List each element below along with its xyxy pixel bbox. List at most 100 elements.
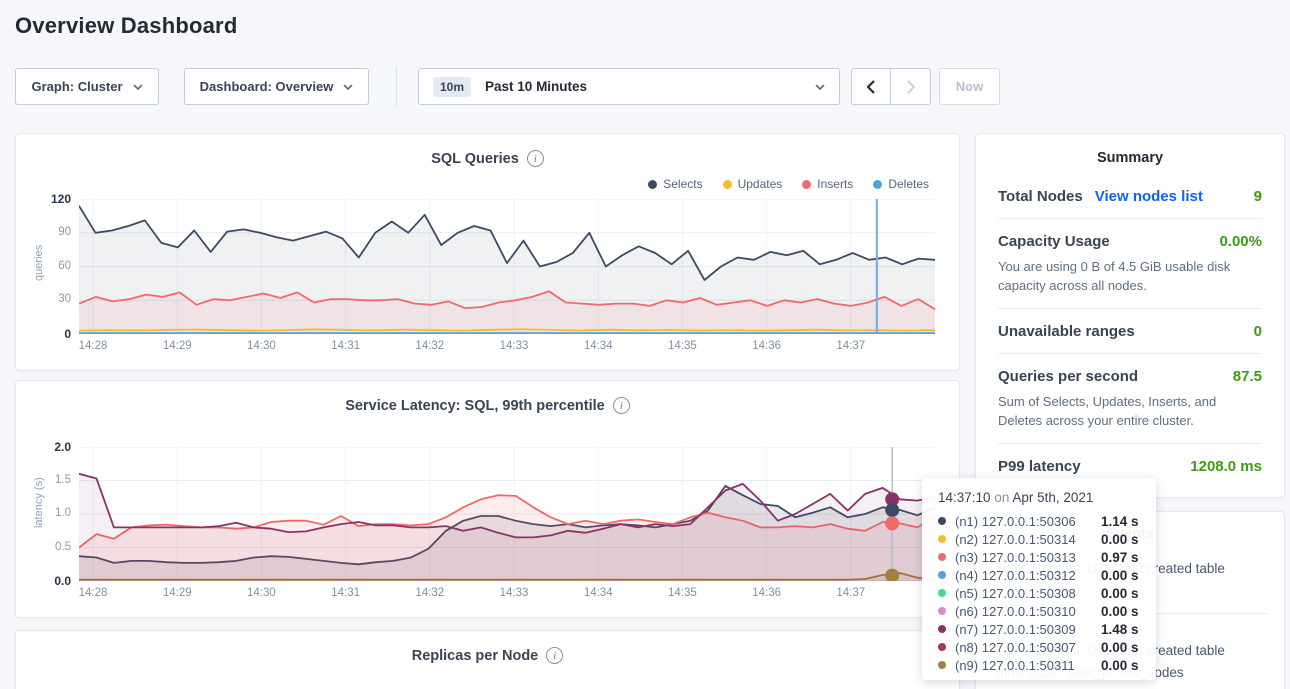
chevron-down-icon (815, 84, 825, 90)
tooltip-node-value: 0.00 s (1101, 604, 1139, 619)
tooltip-node-label: (n4) 127.0.0.1:50312 (955, 568, 1101, 583)
series-color-dot-icon (802, 180, 811, 189)
x-axis-tick: 14:31 (324, 340, 368, 352)
tooltip-node-value: 1.14 s (1101, 514, 1139, 529)
summary-row-value: 0 (1254, 323, 1262, 340)
tooltip-node-label: (n9) 127.0.0.1:50311 (955, 658, 1101, 673)
tooltip-node-row: (n5) 127.0.0.1:503080.00 s (938, 584, 1140, 602)
legend-item-updates[interactable]: Updates (723, 177, 783, 191)
x-axis-tick: 14:36 (745, 587, 789, 599)
legend-item-inserts[interactable]: Inserts (802, 177, 853, 191)
series-color-dot-icon (938, 643, 946, 651)
chart-plot-area[interactable] (79, 199, 935, 334)
y-axis-tick: 120 (31, 192, 71, 206)
x-axis-tick: 14:28 (71, 587, 115, 599)
series-color-dot-icon (938, 571, 946, 579)
y-axis-tick: 0.5 (31, 541, 71, 553)
time-prev-button[interactable] (851, 68, 891, 105)
summary-row-description: Sum of Selects, Updates, Inserts, and De… (998, 392, 1262, 430)
tooltip-node-value: 0.97 s (1101, 550, 1139, 565)
chart-plot-area[interactable] (79, 447, 935, 581)
sql-queries-chart-card[interactable]: SQL Queries i Selects Updates Inserts Deletes… (15, 133, 960, 371)
summary-title: Summary (976, 134, 1284, 166)
legend-item-deletes[interactable]: Deletes (873, 177, 929, 191)
tooltip-node-label: (n5) 127.0.0.1:50308 (955, 586, 1101, 601)
series-color-dot-icon (938, 625, 946, 633)
tooltip-rows: (n1) 127.0.0.1:503061.14 s(n2) 127.0.0.1… (938, 512, 1140, 674)
now-button[interactable]: Now (939, 68, 1000, 105)
summary-row-label: Capacity Usage (998, 233, 1110, 250)
x-axis-tick: 14:37 (829, 587, 873, 599)
chart-title: Service Latency: SQL, 99th percentile (345, 398, 605, 414)
tooltip-node-row: (n3) 127.0.0.1:503130.97 s (938, 548, 1140, 566)
series-color-dot-icon (723, 180, 732, 189)
info-icon[interactable]: i (527, 150, 544, 167)
x-axis-tick: 14:30 (239, 587, 283, 599)
chevron-right-icon (906, 80, 915, 94)
chart-legend: Selects Updates Inserts Deletes (648, 177, 929, 191)
info-icon[interactable]: i (546, 647, 563, 664)
info-icon[interactable]: i (613, 397, 630, 414)
series-color-dot-icon (938, 607, 946, 615)
summary-row-description: You are using 0 B of 4.5 GiB usable disk… (998, 257, 1262, 295)
series-color-dot-icon (873, 180, 882, 189)
x-axis-tick: 14:30 (239, 340, 283, 352)
summary-row-label: Unavailable ranges (998, 323, 1135, 340)
summary-row: Total Nodes View nodes list 9 (998, 174, 1262, 219)
summary-row-label: Queries per second (998, 368, 1138, 385)
x-axis-tick: 14:28 (71, 340, 115, 352)
chevron-down-icon (133, 84, 143, 90)
y-axis-tick: 2.0 (31, 440, 71, 454)
y-axis-tick: 30 (31, 293, 71, 305)
summary-row-value: 87.5 (1233, 368, 1262, 385)
series-color-dot-icon (938, 535, 946, 543)
time-range-picker[interactable]: 10m Past 10 Minutes (418, 68, 840, 105)
dashboard-dropdown-label: Dashboard: Overview (200, 79, 334, 94)
tooltip-node-label: (n7) 127.0.0.1:50309 (955, 622, 1101, 637)
x-axis-tick: 14:36 (745, 340, 789, 352)
time-next-button[interactable] (891, 68, 931, 105)
tooltip-node-row: (n7) 127.0.0.1:503091.48 s (938, 620, 1140, 638)
tooltip-node-row: (n8) 127.0.0.1:503070.00 s (938, 638, 1140, 656)
tooltip-node-value: 0.00 s (1101, 658, 1139, 673)
x-axis-tick: 14:33 (492, 340, 536, 352)
x-axis-tick: 14:35 (660, 587, 704, 599)
x-axis-tick: 14:31 (324, 587, 368, 599)
overview-dashboard-page: Overview Dashboard Graph: Cluster Dashbo… (0, 0, 1290, 689)
graph-dropdown[interactable]: Graph: Cluster (15, 68, 159, 105)
x-axis-tick: 14:32 (408, 587, 452, 599)
x-axis-tick: 14:29 (155, 340, 199, 352)
x-axis-tick: 14:32 (408, 340, 452, 352)
summary-row-label: Total Nodes (998, 188, 1083, 205)
x-axis-tick: 14:33 (492, 587, 536, 599)
replicas-per-node-chart-card[interactable]: Replicas per Nodei (15, 630, 960, 689)
chart-hover-tooltip: 14:37:10 on Apr 5th, 2021 (n1) 127.0.0.1… (922, 478, 1156, 680)
tooltip-node-row: (n2) 127.0.0.1:503140.00 s (938, 530, 1140, 548)
series-color-dot-icon (938, 661, 946, 669)
tooltip-node-label: (n2) 127.0.0.1:50314 (955, 532, 1101, 547)
chart-title: SQL Queries (431, 151, 519, 167)
tooltip-node-value: 0.00 s (1101, 640, 1139, 655)
x-axis-tick: 14:29 (155, 587, 199, 599)
x-axis-tick: 14:34 (576, 587, 620, 599)
dashboard-dropdown[interactable]: Dashboard: Overview (184, 68, 369, 105)
tooltip-timestamp: 14:37:10 on Apr 5th, 2021 (938, 490, 1140, 505)
service-latency-chart-card[interactable]: Service Latency: SQL, 99th percentile i 0.… (15, 380, 960, 618)
chevron-left-icon (867, 80, 876, 94)
summary-row-value: 9 (1254, 188, 1262, 205)
series-color-dot-icon (648, 180, 657, 189)
tooltip-node-label: (n8) 127.0.0.1:50307 (955, 640, 1101, 655)
y-axis-tick: 0 (31, 327, 71, 341)
toolbar-divider (396, 66, 397, 107)
tooltip-node-row: (n1) 127.0.0.1:503061.14 s (938, 512, 1140, 530)
legend-item-selects[interactable]: Selects (648, 177, 702, 191)
chevron-down-icon (343, 84, 353, 90)
summary-row: Capacity Usage0.00%You are using 0 B of … (998, 219, 1262, 309)
y-axis-tick: 0.0 (31, 574, 71, 588)
summary-row-label: P99 latency (998, 458, 1081, 475)
y-axis-tick: 90 (31, 226, 71, 238)
view-nodes-list-link[interactable]: View nodes list (1095, 188, 1203, 205)
tooltip-node-value: 0.00 s (1101, 586, 1139, 601)
summary-row: Unavailable ranges 0 (998, 309, 1262, 354)
tooltip-node-label: (n3) 127.0.0.1:50313 (955, 550, 1101, 565)
